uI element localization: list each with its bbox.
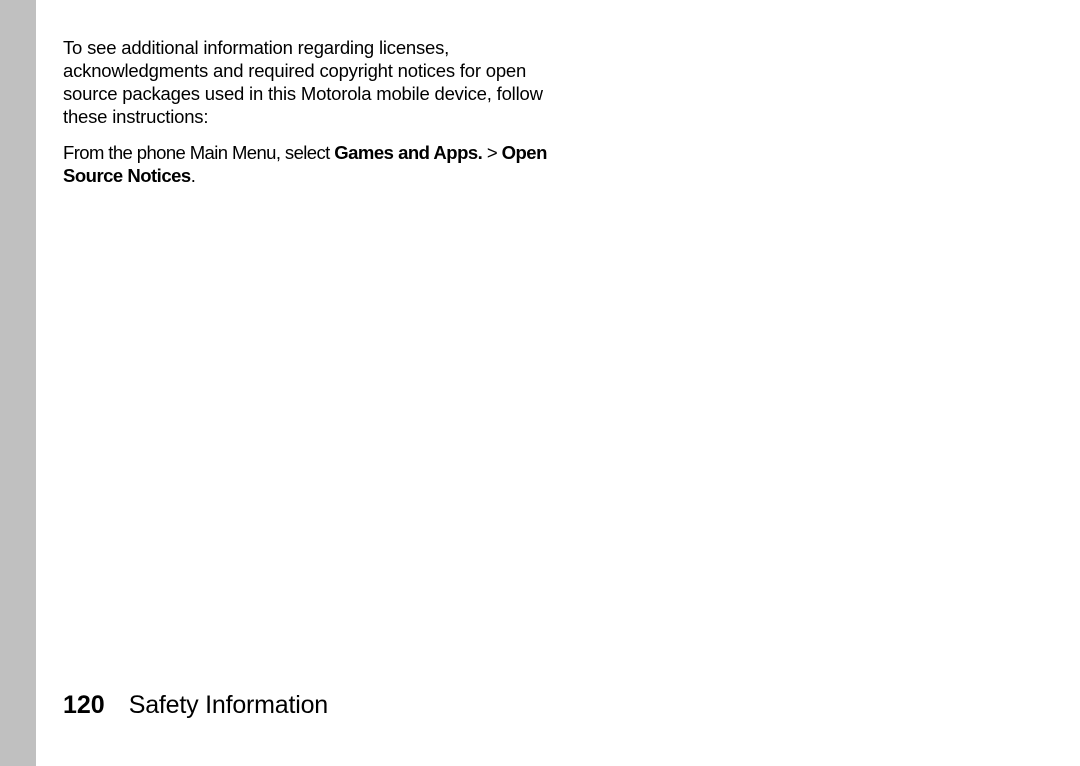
menu-path-1: Games and Apps. bbox=[334, 142, 482, 163]
page-footer: 120 Safety Information bbox=[63, 691, 328, 720]
section-title: Safety Information bbox=[129, 691, 328, 720]
page-number: 120 bbox=[63, 691, 105, 720]
main-content: To see additional information regarding … bbox=[63, 36, 583, 187]
instruction-prefix: From the phone Main Menu, select bbox=[63, 142, 334, 163]
instruction-paragraph: From the phone Main Menu, select Games a… bbox=[63, 141, 583, 187]
instruction-suffix: . bbox=[191, 165, 196, 186]
menu-separator: > bbox=[482, 142, 501, 163]
left-margin-bar bbox=[0, 0, 36, 766]
intro-paragraph: To see additional information regarding … bbox=[63, 36, 583, 129]
